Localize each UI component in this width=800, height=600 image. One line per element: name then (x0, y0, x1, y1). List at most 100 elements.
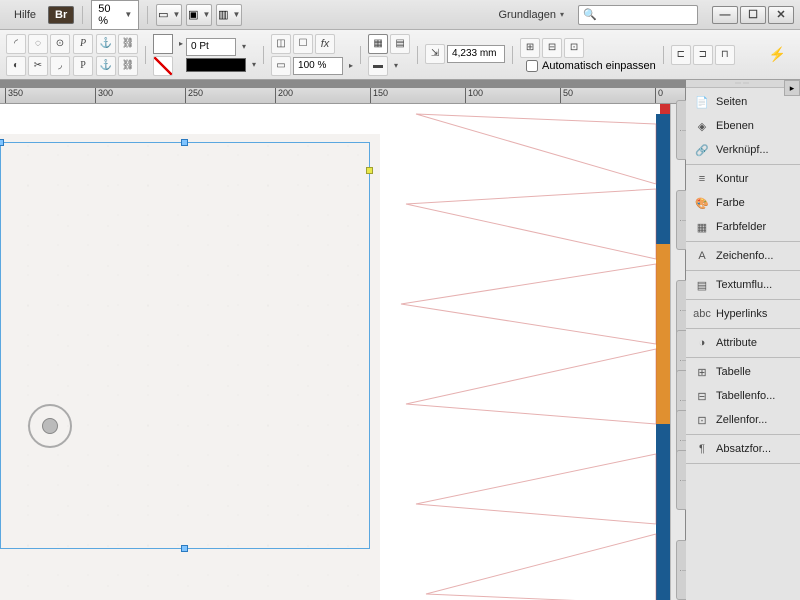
fill-swatch[interactable] (153, 34, 173, 54)
stroke-weight-field[interactable]: 0 Pt (186, 38, 236, 56)
workspace-switcher[interactable]: Grundlagen▾ (488, 7, 574, 23)
panel-ebenen[interactable]: ◈Ebenen (686, 114, 800, 138)
panel-tabelle[interactable]: ⊞Tabelle (686, 360, 800, 384)
corner-option-icon[interactable]: ◜ (6, 34, 26, 54)
panel-label: Tabelle (716, 366, 751, 378)
fx-icon[interactable]: fx (315, 34, 335, 54)
preflight-icon[interactable]: ⚡ (769, 46, 786, 63)
panel-hyperlinks[interactable]: abc Hyperlinks (686, 302, 800, 326)
panel-resize-grip[interactable]: ⋮ (676, 100, 686, 160)
panel-zellenformate[interactable]: ⊡Zellenfor... (686, 408, 800, 432)
link2-icon[interactable]: ⛓ (118, 56, 138, 76)
screen-mode-button[interactable]: ▭▼ (156, 4, 182, 26)
separator (145, 46, 146, 64)
align-icon[interactable]: ⊏ (671, 45, 691, 65)
view-options-button[interactable]: ▣▼ (186, 4, 212, 26)
fit-frame-icon[interactable]: ⇲ (425, 44, 445, 64)
distribute-icon[interactable]: ⊐ (693, 45, 713, 65)
maximize-button[interactable]: ☐ (740, 6, 766, 24)
panel-farbe[interactable]: 🎨Farbe (686, 191, 800, 215)
panel-label: Kontur (716, 173, 748, 185)
paragraph-icon[interactable]: P (73, 56, 93, 76)
panel-resize-grip[interactable]: ⋮ (676, 190, 686, 250)
textwrap-jump-icon[interactable]: ▬ (368, 56, 388, 76)
dotted-circle-icon[interactable]: ⊙ (50, 34, 70, 54)
arrange-button[interactable]: ▥▼ (216, 4, 242, 26)
panel-collapse-icon[interactable]: ▸ (784, 80, 800, 96)
panel-resize-grip[interactable]: ⋮ (676, 540, 686, 600)
panel-tabellenformate[interactable]: ⊟Tabellenfo... (686, 384, 800, 408)
panel-label: Absatzfor... (716, 443, 771, 455)
chevron-down-icon: ▾ (560, 10, 564, 19)
horizontal-ruler[interactable]: 350 300 250 200 150 100 50 0 (0, 88, 685, 104)
autofit-checkbox[interactable] (526, 60, 538, 72)
chevron-down-icon[interactable]: ▾ (252, 60, 256, 69)
anchor-icon[interactable]: ⚓ (96, 34, 116, 54)
panel-seiten[interactable]: 📄Seiten (686, 90, 800, 114)
menu-help[interactable]: Hilfe (6, 5, 44, 25)
minimize-button[interactable]: — (712, 6, 738, 24)
panel-grip[interactable] (686, 80, 800, 88)
scissors-icon[interactable]: ✂ (28, 56, 48, 76)
separator (360, 46, 361, 64)
panel-group: ⊞Tabelle ⊟Tabellenfo... ⊡Zellenfor... (686, 358, 800, 435)
fit-proportional-icon[interactable]: ⊟ (542, 38, 562, 58)
panel-resize-grip[interactable]: ⋮ (676, 450, 686, 510)
panel-zeichenformate[interactable]: AZeichenfo... (686, 244, 800, 268)
zoom-dropdown[interactable]: 50 %▼ (91, 0, 139, 30)
panel-kontur[interactable]: ≡ Kontur (686, 167, 800, 191)
panel-textumfluss[interactable]: ▤ Textumflu... (686, 273, 800, 297)
hyperlink-icon: abc (694, 307, 710, 321)
panel-dock: ▸ ⋮ 📄Seiten ◈Ebenen 🔗Verknüpf... ⋮ ≡Kont… (685, 80, 800, 600)
panel-label: Zeichenfo... (716, 250, 773, 262)
effect-icon[interactable]: ☐ (293, 34, 313, 54)
autofit-label: Automatisch einpassen (542, 60, 656, 72)
placed-image[interactable] (0, 134, 380, 600)
dashed-circle-icon[interactable]: ◌ (28, 34, 48, 54)
panel-label: Verknüpf... (716, 144, 769, 156)
tool-icon[interactable]: ◐ (6, 56, 26, 76)
search-input[interactable]: 🔍 (578, 5, 698, 25)
panel-label: Ebenen (716, 120, 754, 132)
bridge-button[interactable]: Br (48, 6, 74, 24)
opacity-icon[interactable]: ◫ (271, 34, 291, 54)
swatches-icon: ▦ (694, 220, 710, 234)
fill-frame-icon[interactable]: ⊡ (564, 38, 584, 58)
close-button[interactable]: ✕ (768, 6, 794, 24)
chevron-down-icon[interactable]: ▸ (349, 61, 353, 70)
parastyle-icon: ¶ (694, 442, 710, 456)
blend-icon[interactable]: ▭ (271, 56, 291, 76)
chevron-down-icon[interactable]: ▾ (242, 42, 246, 51)
link-icon[interactable]: ⛓ (118, 34, 138, 54)
links-icon: 🔗 (694, 143, 710, 157)
pages-icon: 📄 (694, 95, 710, 109)
fit-content-icon[interactable]: ⊞ (520, 38, 540, 58)
width-field[interactable]: 4,233 mm (447, 45, 505, 63)
align3-icon[interactable]: ⊓ (715, 45, 735, 65)
content-grabber-icon[interactable] (28, 404, 72, 448)
panel-absatzformate[interactable]: ¶ Absatzfor... (686, 437, 800, 461)
chevron-down-icon[interactable]: ▾ (394, 61, 398, 70)
fan-artwork (356, 104, 670, 600)
textwrap-none-icon[interactable]: ▦ (368, 34, 388, 54)
textwrap-around-icon[interactable]: ▤ (390, 34, 410, 54)
panel-verknuepf[interactable]: 🔗 Verknüpf... (686, 138, 800, 162)
panel-label: Hyperlinks (716, 308, 767, 320)
anchor2-icon[interactable]: ⚓ (96, 56, 116, 76)
corner-icon[interactable]: ◞ (50, 56, 70, 76)
panel-label: Textumflu... (716, 279, 772, 291)
stroke-icon: ≡ (694, 172, 710, 186)
character-icon[interactable]: P (73, 34, 93, 54)
panel-farbfelder[interactable]: ▦Farbfelder (686, 215, 800, 239)
opacity-field[interactable]: 100 % (293, 57, 343, 75)
chevron-down-icon[interactable]: ▸ (179, 39, 183, 48)
document-canvas[interactable] (0, 104, 670, 600)
panel-group: ◑Attribute (686, 329, 800, 358)
no-fill-icon[interactable] (153, 56, 173, 76)
textwrap-icon: ▤ (694, 278, 710, 292)
fan-wedges-svg (356, 104, 670, 600)
panel-attribute[interactable]: ◑Attribute (686, 331, 800, 355)
panel-group: ▤ Textumflu... (686, 271, 800, 300)
stroke-color-bar[interactable] (186, 58, 246, 72)
tablestyle-icon: ⊟ (694, 389, 710, 403)
